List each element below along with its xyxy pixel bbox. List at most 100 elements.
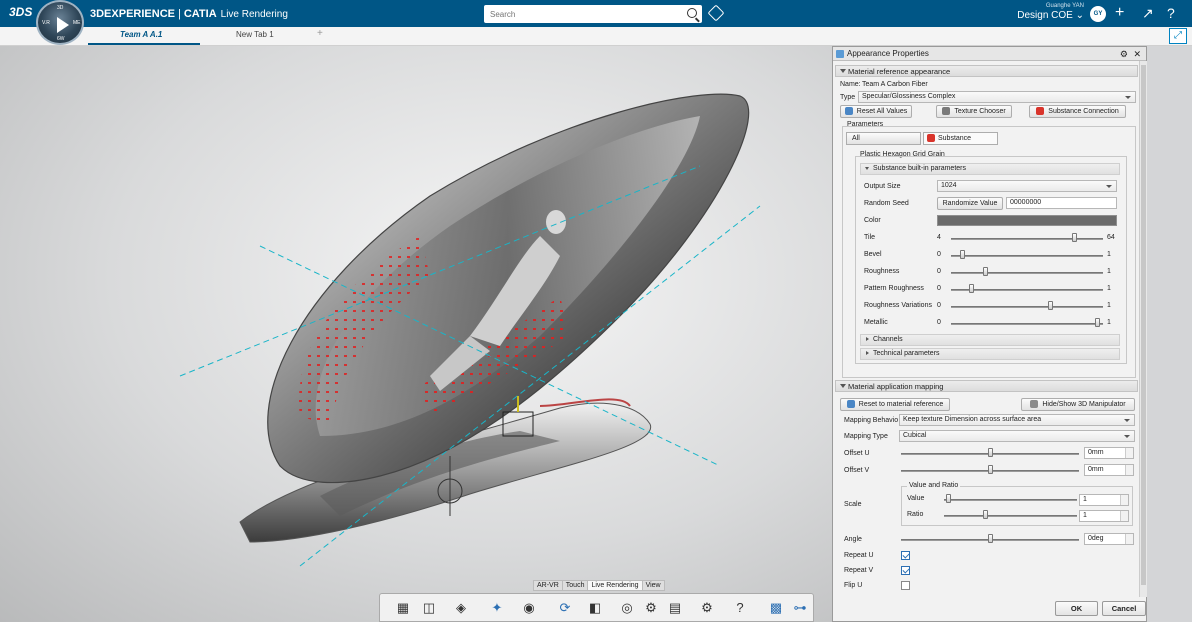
avatar[interactable]: GY — [1090, 6, 1106, 22]
roughness-slider[interactable] — [951, 272, 1103, 274]
gear-icon[interactable]: ⚙ — [1120, 47, 1128, 61]
ok-button[interactable]: OK — [1055, 601, 1098, 616]
tab-team-a[interactable]: Team A A.1 — [120, 30, 162, 39]
scale-ratio-slider-thumb[interactable] — [983, 510, 988, 519]
compass[interactable]: 3D V.R ME 6W — [36, 0, 84, 45]
reset-to-material-reference-button[interactable]: Reset to material reference — [840, 398, 950, 411]
brand-app: CATIA — [183, 8, 217, 20]
hide-show-3d-manipulator-button[interactable]: Hide/Show 3D Manipulator — [1021, 398, 1135, 411]
substance-connection-label: Substance Connection — [1048, 108, 1119, 115]
expand-icon[interactable]: ⤢ — [1169, 28, 1187, 44]
lighting-icon[interactable]: ✦ — [488, 599, 506, 617]
scene-icon[interactable]: ▦ — [394, 599, 412, 617]
roughness-variations-slider[interactable] — [951, 306, 1103, 308]
panel-title-bar: Appearance Properties ⚙ ✕ — [833, 47, 1146, 61]
builtin-params-header[interactable]: Substance built-in parameters — [860, 163, 1120, 175]
workbench-tab-live-rendering[interactable]: Live Rendering — [587, 580, 643, 591]
camera-icon[interactable]: ◧ — [586, 599, 604, 617]
bevel-slider[interactable] — [951, 255, 1103, 257]
offset-v-input[interactable]: 0mm — [1084, 464, 1134, 476]
search-input[interactable] — [484, 5, 674, 23]
reset-all-values-button[interactable]: Reset All Values — [840, 105, 912, 118]
section-material-reference[interactable]: Material reference appearance — [835, 65, 1138, 77]
scale-ratio-slider[interactable] — [944, 515, 1077, 517]
randomize-value-button[interactable]: Randomize Value — [937, 197, 1003, 210]
scale-ratio-input[interactable]: 1 — [1079, 510, 1129, 522]
turntable-icon[interactable]: ◎ — [618, 599, 636, 617]
flip-u-checkbox[interactable] — [901, 581, 910, 590]
plus-icon[interactable]: + — [1115, 4, 1124, 22]
tree-icon[interactable]: ⊶ — [791, 599, 809, 617]
repeat-v-checkbox[interactable] — [901, 566, 910, 575]
preferences-icon[interactable]: ⚙ — [698, 599, 716, 617]
render-sphere-icon[interactable]: ◉ — [520, 599, 538, 617]
search-box[interactable] — [484, 5, 702, 23]
section-material-mapping[interactable]: Material application mapping — [835, 380, 1138, 392]
tile-slider[interactable] — [951, 238, 1103, 240]
help-icon[interactable]: ? — [731, 599, 749, 617]
chevron-down-icon: ⌄ — [1075, 10, 1084, 21]
3d-viewport[interactable] — [0, 46, 832, 622]
compass-top-label: 3D — [57, 5, 64, 11]
scale-value-slider[interactable] — [944, 499, 1077, 501]
search-icon[interactable] — [687, 8, 697, 18]
mapping-behavior-select[interactable]: Keep texture Dimension across surface ar… — [899, 414, 1135, 426]
play-icon[interactable] — [57, 17, 69, 33]
library-icon[interactable]: ▤ — [666, 599, 684, 617]
manipulator-icon — [1030, 400, 1039, 409]
color-swatch[interactable] — [937, 215, 1117, 226]
type-select[interactable]: Specular/Glossiness Complex — [858, 91, 1136, 103]
environment-icon[interactable]: ◫ — [420, 599, 438, 617]
scale-value-input[interactable]: 1 — [1079, 494, 1129, 506]
angle-slider-thumb[interactable] — [988, 534, 993, 543]
pattern-roughness-min: 0 — [937, 285, 941, 292]
panel-scrollbar[interactable] — [1139, 61, 1147, 597]
compass-bottom-label: 6W — [57, 36, 65, 42]
metallic-slider[interactable] — [951, 323, 1103, 325]
scrollbar-thumb[interactable] — [1141, 65, 1146, 585]
tag-icon[interactable] — [707, 4, 725, 22]
material-icon[interactable]: ◈ — [452, 599, 470, 617]
collab-space-selector[interactable]: Design COE ⌄ — [1000, 10, 1084, 21]
offset-v-slider-thumb[interactable] — [988, 465, 993, 474]
name-label: Name: — [840, 81, 861, 88]
type-label: Type — [840, 94, 856, 101]
close-icon[interactable]: ✕ — [1133, 47, 1141, 61]
metallic-slider-thumb[interactable] — [1095, 318, 1100, 327]
help-icon[interactable]: ? — [1167, 4, 1175, 22]
cancel-button[interactable]: Cancel — [1102, 601, 1146, 616]
settings-icon[interactable]: ⚙ — [642, 599, 660, 617]
pattern-roughness-slider-thumb[interactable] — [969, 284, 974, 293]
new-tab-button[interactable]: + — [317, 28, 323, 39]
substance-connection-button[interactable]: Substance Connection — [1029, 105, 1126, 118]
workbench-tab-touch[interactable]: Touch — [561, 580, 589, 591]
mapping-behavior-label: Mapping Behavio — [844, 417, 899, 424]
tab-new-tab-1[interactable]: New Tab 1 — [236, 30, 274, 39]
share-icon[interactable]: ↗ — [1142, 4, 1154, 22]
output-size-select[interactable]: 1024 — [937, 180, 1117, 192]
user-info[interactable]: Guanghe YAN Design COE ⌄ — [1000, 3, 1084, 21]
texture-chooser-icon — [942, 107, 951, 116]
texture-icon[interactable]: ▩ — [767, 599, 785, 617]
bevel-max: 1 — [1107, 251, 1111, 258]
texture-chooser-label: Texture Chooser — [954, 108, 1006, 115]
tile-slider-thumb[interactable] — [1072, 233, 1077, 242]
bevel-slider-thumb[interactable] — [960, 250, 965, 259]
scale-value-slider-thumb[interactable] — [946, 494, 951, 503]
workbench-tab-ar-vr[interactable]: AR-VR — [533, 580, 563, 591]
mapping-type-select[interactable]: Cubical — [899, 430, 1135, 442]
angle-input[interactable]: 0deg — [1084, 533, 1134, 545]
offset-u-slider-thumb[interactable] — [988, 448, 993, 457]
random-seed-input[interactable]: 00000000 — [1006, 197, 1117, 209]
workbench-tab-view[interactable]: View — [641, 580, 665, 591]
tab-all[interactable]: All — [846, 132, 921, 145]
repeat-u-checkbox[interactable] — [901, 551, 910, 560]
tab-substance[interactable]: Substance — [923, 132, 998, 145]
channels-header[interactable]: Channels — [860, 334, 1120, 346]
texture-chooser-button[interactable]: Texture Chooser — [936, 105, 1012, 118]
refresh-icon[interactable]: ⟳ — [556, 599, 574, 617]
roughness-slider-thumb[interactable] — [983, 267, 988, 276]
roughness-variations-slider-thumb[interactable] — [1048, 301, 1053, 310]
technical-params-header[interactable]: Technical parameters — [860, 348, 1120, 360]
offset-u-input[interactable]: 0mm — [1084, 447, 1134, 459]
